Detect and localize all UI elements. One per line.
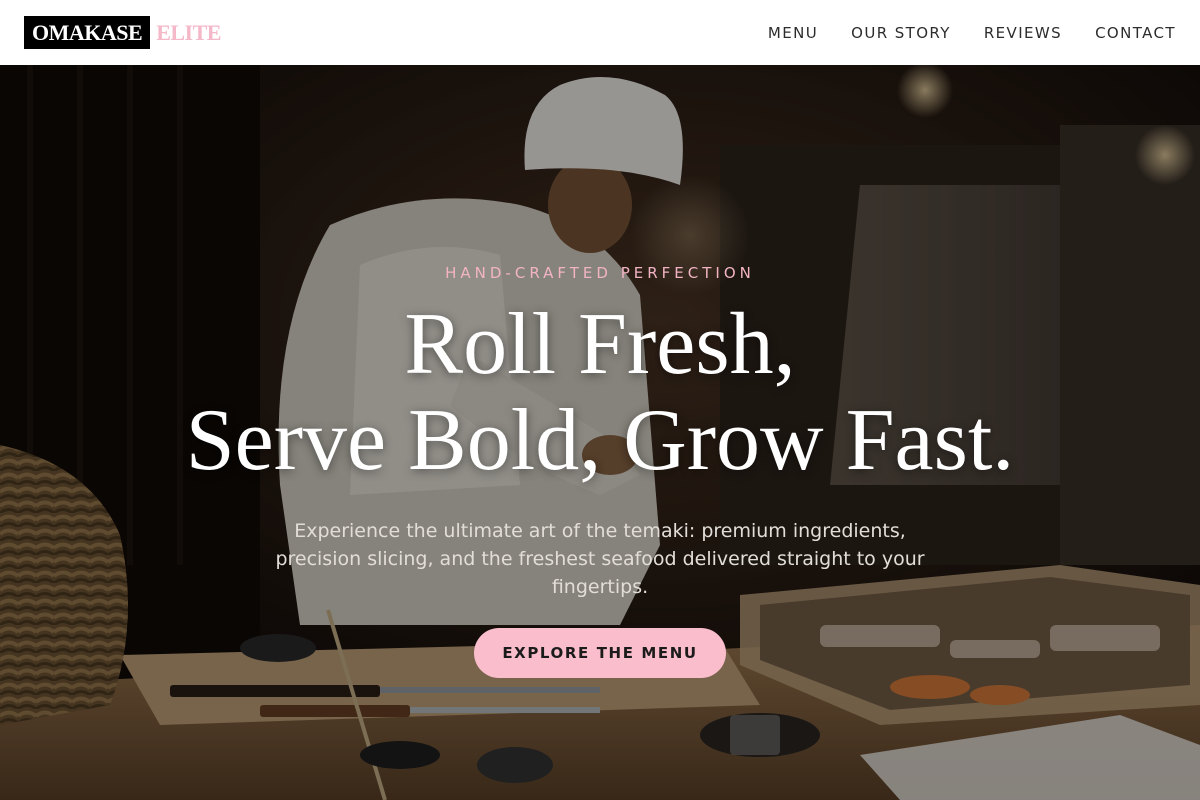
nav-item-menu[interactable]: MENU: [768, 24, 818, 42]
site-header: OMAKASE ELITE MENU OUR STORY REVIEWS CON…: [0, 0, 1200, 65]
hero-headline: Roll Fresh, Serve Bold, Grow Fast.: [0, 297, 1200, 489]
hero-section: HAND-CRAFTED PERFECTION Roll Fresh, Serv…: [0, 65, 1200, 800]
brand-name-accent: ELITE: [156, 20, 221, 45]
hero-headline-line-2: Serve Bold, Grow Fast.: [185, 392, 1015, 489]
hero-headline-line-1: Roll Fresh,: [404, 296, 796, 393]
nav-item-contact[interactable]: CONTACT: [1095, 24, 1176, 42]
brand-logo[interactable]: OMAKASE ELITE: [24, 16, 221, 49]
nav-item-our-story[interactable]: OUR STORY: [851, 24, 951, 42]
hero-eyebrow: HAND-CRAFTED PERFECTION: [445, 264, 755, 282]
nav-item-reviews[interactable]: REVIEWS: [984, 24, 1062, 42]
hero-subtext: Experience the ultimate art of the temak…: [275, 520, 925, 598]
main-nav: MENU OUR STORY REVIEWS CONTACT: [768, 24, 1176, 42]
explore-menu-button[interactable]: EXPLORE THE MENU: [474, 628, 726, 678]
brand-name-primary: OMAKASE: [24, 16, 151, 49]
hero-content: HAND-CRAFTED PERFECTION Roll Fresh, Serv…: [0, 65, 1200, 800]
